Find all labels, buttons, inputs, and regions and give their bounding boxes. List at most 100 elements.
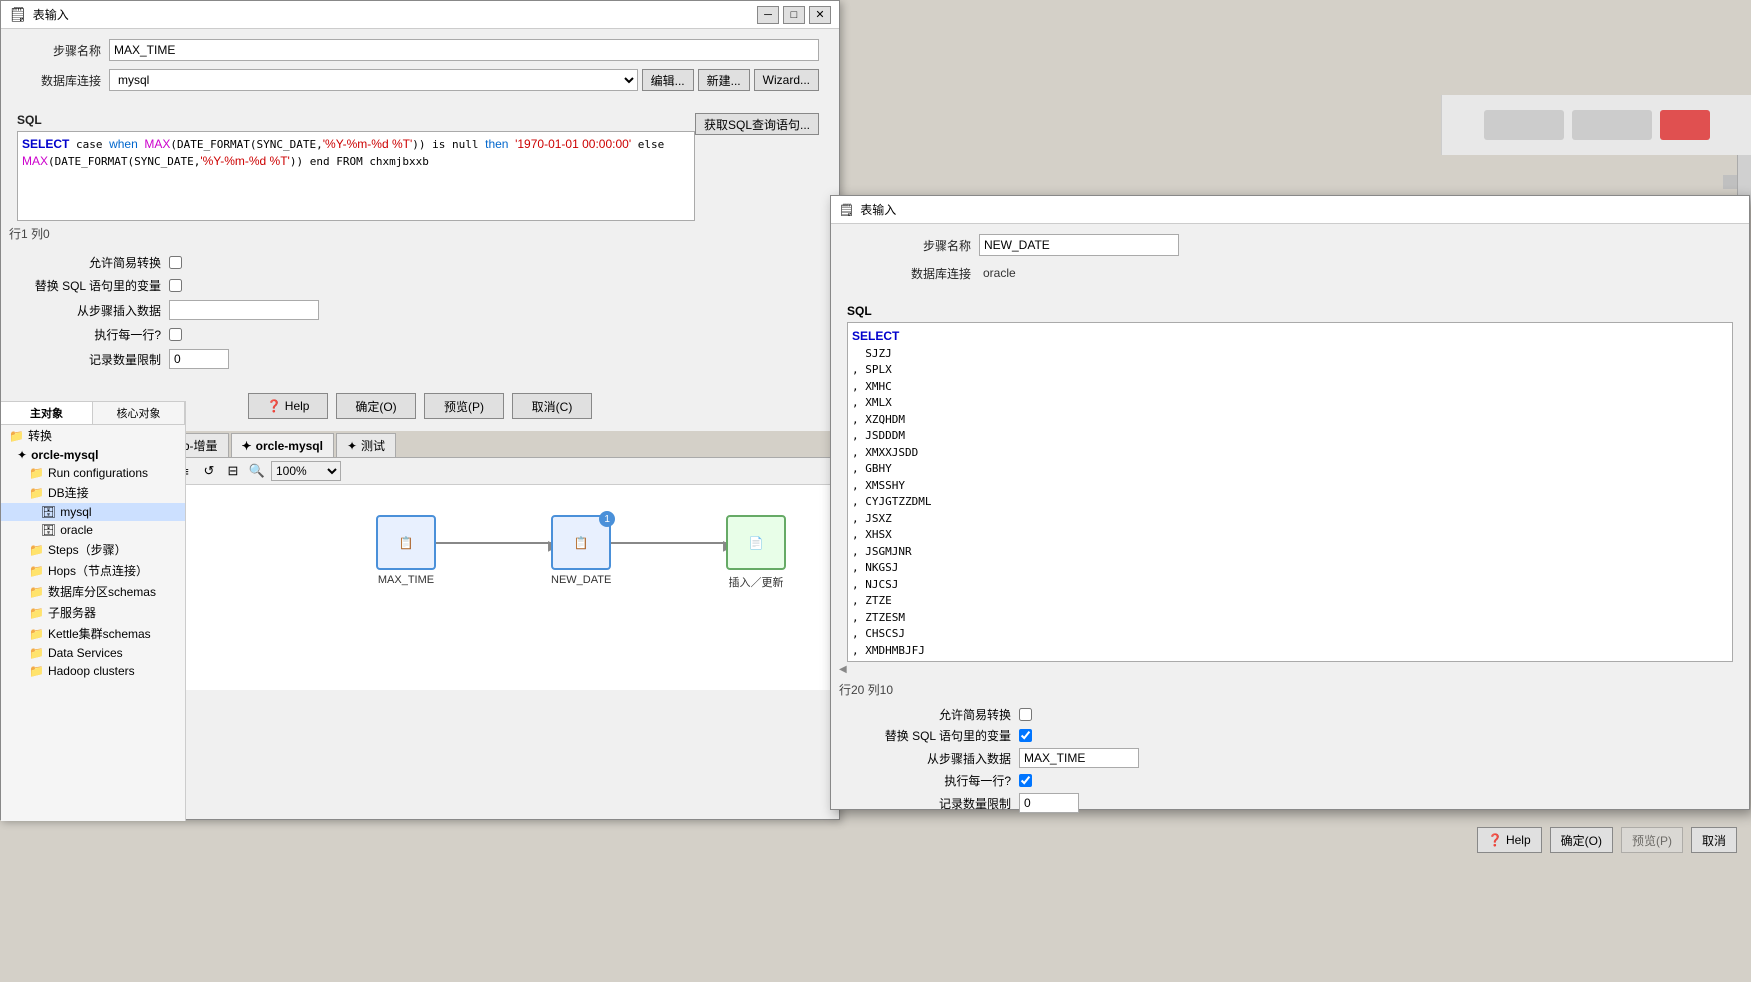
refresh-button[interactable]: ↺ xyxy=(199,461,219,481)
dialog2-exec-each-row-checkbox[interactable] xyxy=(1019,774,1032,787)
node-badge-newdate: 1 xyxy=(599,511,615,527)
watermark-block2 xyxy=(1572,110,1652,140)
close-button[interactable]: ✕ xyxy=(809,6,831,24)
tree-item-run-config[interactable]: 📁 Run configurations xyxy=(1,464,185,482)
dialog2-db-value: oracle xyxy=(979,264,1020,282)
main-window-icon: 🗒 xyxy=(9,6,27,23)
get-sql-button[interactable]: 获取SQL查询语句... xyxy=(695,113,819,135)
watermark-area xyxy=(1441,95,1751,155)
folder-icon: 📁 xyxy=(9,429,24,443)
arrow2 xyxy=(611,542,726,544)
zoom-button[interactable]: 🔍 xyxy=(247,461,267,481)
options-section: 允许简易转换 替换 SQL 语句里的变量 从步骤插入数据 执行每一行? 记录数量… xyxy=(1,246,839,383)
tree-item-sub-server[interactable]: 📁 子服务器 xyxy=(1,602,185,623)
db-icon-mysql: 🗄 xyxy=(41,505,56,519)
db-conn-select[interactable]: mysql xyxy=(109,69,638,91)
main-form: 步骤名称 数据库连接 mysql 编辑... 新建... Wizard... xyxy=(1,29,839,109)
folder-icon-steps: 📁 xyxy=(29,543,44,557)
folder-icon-schemas: 📁 xyxy=(29,585,44,599)
step-name-label: 步骤名称 xyxy=(21,42,101,59)
dialog2-titlebar: 🗒 表输入 xyxy=(831,196,1749,224)
allow-simple-convert-checkbox[interactable] xyxy=(169,256,182,269)
dialog2-allow-simple-checkbox[interactable] xyxy=(1019,708,1032,721)
node-label-newdate: NEW_DATE xyxy=(551,574,611,586)
folder-icon-hadoop: 📁 xyxy=(29,664,44,678)
dialog2-sql-editor[interactable]: SELECT SJZJ , SPLX , XMHC , XMLX , XZQHD… xyxy=(847,322,1733,662)
tree-item-transform[interactable]: 📁 转换 xyxy=(1,425,185,446)
dialog2-record-limit-input[interactable] xyxy=(1019,793,1079,813)
dialog2-ok-button[interactable]: 确定(O) xyxy=(1550,827,1613,853)
zoom-select[interactable]: 100% xyxy=(271,461,341,481)
tree-item-mysql[interactable]: 🗄 mysql xyxy=(1,503,185,521)
scrollbar-horizontal[interactable] xyxy=(1723,175,1737,189)
tree-item-hadoop[interactable]: 📁 Hadoop clusters xyxy=(1,662,185,680)
tree-item-orcle-mysql[interactable]: ✦ orcle-mysql xyxy=(1,446,185,464)
sql-editor[interactable]: SELECT case when MAX(DATE_FORMAT(SYNC_DA… xyxy=(17,131,695,221)
tree-item-db-conn[interactable]: 📁 DB连接 xyxy=(1,482,185,503)
tab-test[interactable]: ✦ 测试 xyxy=(336,433,396,457)
minimize-button[interactable]: ─ xyxy=(757,6,779,24)
folder-icon-kettle: 📁 xyxy=(29,627,44,641)
node-icon-newdate: 📋 xyxy=(574,536,589,550)
folder-icon-data-services: 📁 xyxy=(29,646,44,660)
dialog2-preview-button[interactable]: 预览(P) xyxy=(1621,827,1683,853)
folder-icon-run: 📁 xyxy=(29,466,44,480)
dialog2: 🗒 表输入 步骤名称 数据库连接 oracle SQL SELECT SJZJ … xyxy=(830,195,1750,810)
dialog2-db-label: 数据库连接 xyxy=(851,265,971,282)
record-limit-label: 记录数量限制 xyxy=(21,351,161,368)
dialog2-cancel-button[interactable]: 取消 xyxy=(1691,827,1737,853)
canvas-area: 📋 MAX_TIME ▶ 📋 1 NEW_DATE ▶ 📄 插入／更新 xyxy=(186,485,839,690)
edit-button[interactable]: 编辑... xyxy=(642,69,694,91)
tree-item-steps[interactable]: 📁 Steps（步骤） xyxy=(1,539,185,560)
watermark-block1 xyxy=(1484,110,1564,140)
dialog2-body: 步骤名称 数据库连接 oracle xyxy=(831,224,1749,300)
folder-icon-hops: 📁 xyxy=(29,564,44,578)
insert-from-step-input[interactable] xyxy=(169,300,319,320)
tree-item-oracle[interactable]: 🗄 oracle xyxy=(1,521,185,539)
db-conn-label: 数据库连接 xyxy=(21,72,101,89)
tab-orcle-mysql[interactable]: ✦ orcle-mysql xyxy=(231,433,334,457)
new-button[interactable]: 新建... xyxy=(698,69,750,91)
preview-button[interactable]: 预览(P) xyxy=(424,393,504,419)
dialog2-help-button[interactable]: ❓ Help xyxy=(1477,827,1542,853)
dialog2-scroll-hint: ◀ xyxy=(831,662,1749,677)
replace-vars-checkbox[interactable] xyxy=(169,279,182,292)
flow-node-insert[interactable]: 📄 插入／更新 xyxy=(726,515,786,590)
replace-vars-label: 替换 SQL 语句里的变量 xyxy=(21,277,161,294)
tree-item-db-schemas[interactable]: 📁 数据库分区schemas xyxy=(1,581,185,602)
tree-item-hops[interactable]: 📁 Hops（节点连接） xyxy=(1,560,185,581)
dialog2-replace-vars-checkbox[interactable] xyxy=(1019,729,1032,742)
help-button[interactable]: ❓ Help xyxy=(248,393,328,419)
flow-node-maxtime[interactable]: 📋 MAX_TIME xyxy=(376,515,436,586)
main-titlebar: 🗒 表输入 ─ □ ✕ xyxy=(1,1,839,29)
flow-node-newdate[interactable]: 📋 1 NEW_DATE xyxy=(551,515,611,586)
dialog2-step-input[interactable] xyxy=(979,234,1179,256)
node-icon-maxtime: 📋 xyxy=(399,536,414,550)
dialog2-options: 允许简易转换 替换 SQL 语句里的变量 从步骤插入数据 执行每一行? 记录数量… xyxy=(831,702,1749,821)
record-limit-input[interactable] xyxy=(169,349,229,369)
exec-each-row-checkbox[interactable] xyxy=(169,328,182,341)
grid-button[interactable]: ⊟ xyxy=(223,461,243,481)
dialog2-insert-step-input[interactable] xyxy=(1019,748,1139,768)
db-icon-oracle: 🗄 xyxy=(41,523,56,537)
maximize-button[interactable]: □ xyxy=(783,6,805,24)
watermark-red xyxy=(1660,110,1710,140)
step-name-input[interactable] xyxy=(109,39,819,61)
arrow1 xyxy=(436,542,551,544)
side-tab-main[interactable]: 主对象 xyxy=(1,402,93,424)
wizard-button[interactable]: Wizard... xyxy=(754,69,819,91)
main-window-title: 表输入 xyxy=(33,6,69,23)
node-label-maxtime: MAX_TIME xyxy=(378,574,434,586)
dialog2-icon: 🗒 xyxy=(839,203,854,217)
cancel-button[interactable]: 取消(C) xyxy=(512,393,592,419)
node-label-insert: 插入／更新 xyxy=(729,574,784,590)
tree-item-kettle[interactable]: 📁 Kettle集群schemas xyxy=(1,623,185,644)
dialog2-step-label: 步骤名称 xyxy=(851,237,971,254)
step-icon: ✦ xyxy=(17,448,27,462)
side-tab-core[interactable]: 核心对象 xyxy=(93,402,185,424)
side-tabs: 主对象 核心对象 xyxy=(1,402,185,425)
tree-item-data-services[interactable]: 📁 Data Services xyxy=(1,644,185,662)
ok-button[interactable]: 确定(O) xyxy=(336,393,416,419)
dialog2-insert-step-label: 从步骤插入数据 xyxy=(851,750,1011,767)
insert-from-step-label: 从步骤插入数据 xyxy=(21,302,161,319)
